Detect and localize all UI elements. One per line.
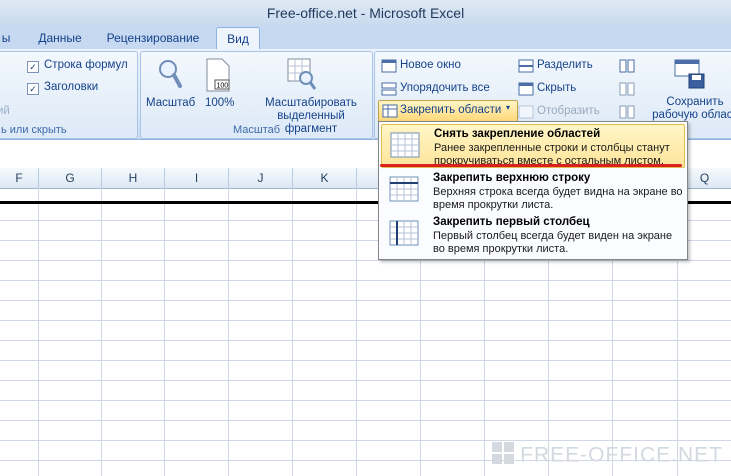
- hundred-percent-button[interactable]: 100%: [205, 97, 234, 109]
- menu-item-desc: Первый столбец всегда будет виден на экр…: [433, 230, 673, 255]
- split-button[interactable]: Разделить: [537, 59, 593, 71]
- magnifier-icon[interactable]: [157, 58, 183, 94]
- menu-item-title: Закрепить верхнюю строку: [433, 172, 591, 184]
- grid-col-line: [292, 188, 293, 476]
- unfreeze-panes-icon: [390, 132, 420, 158]
- reset-position-icon[interactable]: [619, 105, 635, 119]
- tab-data[interactable]: Данные: [32, 27, 88, 48]
- menu-item-title: Закрепить первый столбец: [433, 216, 590, 228]
- save-workspace-button[interactable]: Сохранить рабочую област: [645, 96, 731, 122]
- freeze-panes-menu: Снять закрепление областей Ранее закрепл…: [378, 121, 688, 260]
- new-window-icon: [381, 59, 397, 73]
- freeze-top-row-icon: [389, 176, 419, 202]
- freeze-panes-icon: [382, 104, 398, 118]
- group-label: Масштаб: [232, 124, 281, 136]
- ribbon-tabs: ы Данные Рецензирование Вид: [0, 27, 731, 49]
- headings-label: Заголовки: [44, 81, 99, 93]
- side-by-side-icon[interactable]: [619, 59, 635, 73]
- arrange-all-button[interactable]: Упорядочить все: [400, 82, 490, 94]
- sync-scroll-icon[interactable]: [619, 82, 635, 96]
- column-header-h[interactable]: H: [102, 168, 165, 188]
- freeze-first-column-icon: [389, 220, 419, 246]
- column-header-i[interactable]: I: [165, 168, 229, 188]
- grid-col-line: [356, 188, 357, 476]
- new-window-button[interactable]: Новое окно: [400, 59, 461, 71]
- group-label: ь или скрыть: [1, 124, 67, 136]
- unhide-button[interactable]: Отобразить: [537, 105, 600, 117]
- arrange-all-icon: [381, 82, 397, 96]
- hide-button[interactable]: Скрыть: [537, 82, 576, 94]
- zoom-to-selection-icon[interactable]: [287, 57, 317, 91]
- formula-bar-label: Строка формул: [44, 59, 128, 71]
- grid-row-line: [0, 440, 731, 441]
- grid-row-line: [0, 360, 731, 361]
- menu-item-unfreeze[interactable]: Снять закрепление областей Ранее закрепл…: [381, 124, 685, 168]
- grid-row-line: [0, 280, 731, 281]
- grid-col-line: [38, 188, 39, 476]
- tab-review[interactable]: Рецензирование: [100, 27, 206, 48]
- menu-item-freeze-top-row[interactable]: Закрепить верхнюю строку Верхняя строка …: [381, 169, 683, 211]
- zoom-button[interactable]: Масштаб: [146, 97, 195, 109]
- grid-col-line: [101, 188, 102, 476]
- split-icon: [518, 59, 534, 73]
- grid-row-line: [0, 380, 731, 381]
- formula-bar-checkbox[interactable]: ✓: [27, 61, 39, 73]
- column-header-f[interactable]: F: [0, 168, 39, 188]
- red-underline-annotation: [380, 164, 682, 167]
- column-header-j[interactable]: J: [229, 168, 293, 188]
- clipped-label: ий: [0, 105, 10, 117]
- grid-row-line: [0, 260, 731, 261]
- grid-col-line: [164, 188, 165, 476]
- tab-clipped[interactable]: ы: [0, 27, 12, 48]
- grid-row-line: [0, 340, 731, 341]
- freeze-panes-label: Закрепить области: [400, 104, 502, 116]
- grid-row-line: [0, 320, 731, 321]
- hundred-percent-icon[interactable]: 100: [205, 58, 231, 92]
- zoom-group: Масштаб 100 100% Масштабировать выделенн…: [140, 51, 373, 139]
- column-header-g[interactable]: G: [39, 168, 102, 188]
- column-header-k[interactable]: K: [293, 168, 357, 188]
- title-bar: Free-office.net - Microsoft Excel: [0, 0, 731, 27]
- watermark: FREE-OFFICE.NET: [492, 442, 723, 470]
- tab-view[interactable]: Вид: [216, 27, 260, 49]
- grid-row-line: [0, 300, 731, 301]
- svg-text:100: 100: [217, 83, 229, 90]
- show-hide-group: ✓ Строка формул ✓ Заголовки ий ь или скр…: [0, 51, 138, 139]
- freeze-panes-button[interactable]: Закрепить области ▾: [378, 100, 518, 122]
- grid-row-line: [0, 420, 731, 421]
- grid-row-line: [0, 400, 731, 401]
- watermark-text: FREE-OFFICE.NET: [520, 443, 723, 467]
- hide-icon: [518, 82, 534, 96]
- window-title: Free-office.net - Microsoft Excel: [266, 5, 465, 21]
- unhide-icon: [518, 105, 534, 119]
- save-workspace-icon[interactable]: [673, 58, 707, 90]
- headings-checkbox[interactable]: ✓: [27, 83, 39, 95]
- menu-item-desc: Верхняя строка всегда будет видна на экр…: [433, 186, 683, 211]
- menu-item-title: Снять закрепление областей: [434, 128, 601, 140]
- grid-col-line: [228, 188, 229, 476]
- chevron-down-icon: ▾: [506, 103, 511, 112]
- menu-item-freeze-first-column[interactable]: Закрепить первый столбец Первый столбец …: [381, 213, 683, 255]
- windows-logo-icon: [492, 442, 515, 470]
